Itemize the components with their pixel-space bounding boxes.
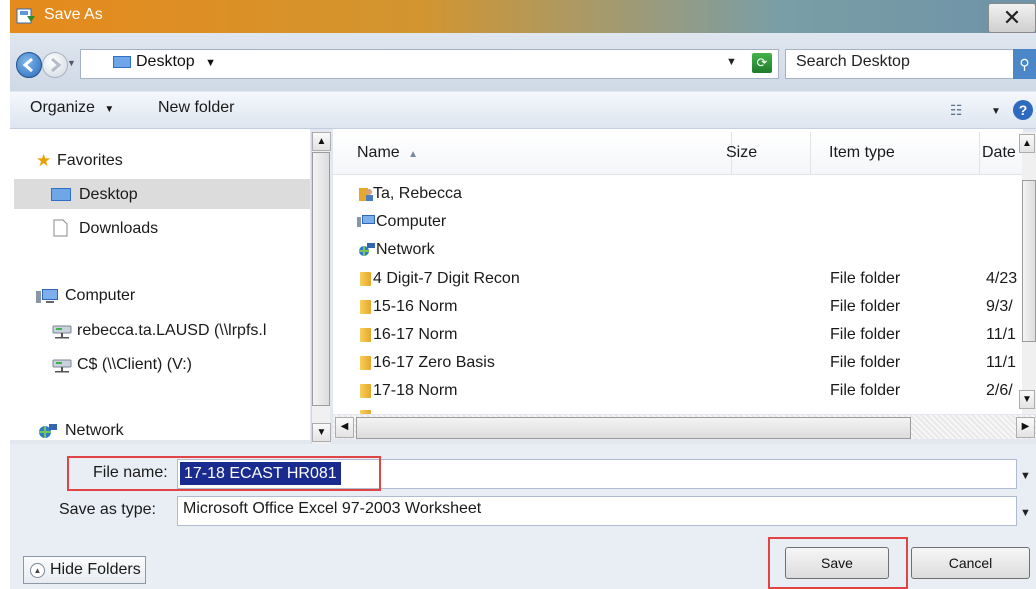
computer-icon [36,289,58,303]
address-location[interactable]: Desktop ▼ [136,53,216,71]
save-as-icon [16,8,35,24]
file-row-date: 11/1 [986,326,1016,343]
window-title: Save As [44,6,103,23]
nav-favorites[interactable]: Favorites [57,152,123,170]
search-placeholder: Search Desktop [796,53,910,70]
nav-network[interactable]: Network [65,422,124,440]
refresh-icon: ⟳ [756,55,768,70]
file-row-date: 9/3/ [986,298,1013,315]
forward-arrow-icon [51,57,62,73]
title-bar [10,0,1036,33]
annotation-highlight-filename [67,456,381,491]
file-row-name[interactable]: 15-16 Norm [373,298,457,326]
refresh-button[interactable]: ⟳ [752,53,772,73]
hide-folders-button[interactable]: ▲ Hide Folders [23,556,146,584]
forward-button[interactable] [42,52,68,78]
nav-drive-client[interactable]: C$ (\\Client) (V:) [77,356,192,374]
close-icon: ✕ [1002,5,1022,30]
file-row-type: File folder [830,326,901,343]
file-row-type: File folder [830,354,901,371]
help-icon[interactable]: ? [1013,100,1033,120]
filename-chevron-down-icon[interactable]: ▼ [1020,470,1031,482]
cancel-button[interactable]: Cancel [911,547,1030,579]
folder-icon [360,410,371,414]
scroll-up-icon[interactable]: ▲ [1019,134,1035,153]
folder-icon [360,272,371,286]
file-list-vertical-scrollbar[interactable]: ▲ ▼ [1019,132,1036,414]
file-list-horizontal-scrollbar[interactable]: ◀ ▶ [333,415,1036,439]
file-row-name[interactable]: Computer [376,213,446,241]
scrollbar-thumb[interactable] [356,417,911,439]
file-row-date: 2/6/ [986,382,1013,399]
address-dropdown-icon[interactable]: ▼ [726,56,737,68]
user-folder-icon [359,188,373,201]
nav-pane-scrollbar[interactable]: ▲ ▼ [311,132,331,444]
file-row-name[interactable]: 16-17 Zero Basis [373,354,495,382]
network-icon [359,243,375,256]
nav-downloads[interactable]: Downloads [79,220,158,238]
view-chevron-down-icon[interactable]: ▼ [991,106,1001,117]
sort-ascending-icon: ▲ [408,149,419,160]
scroll-right-icon[interactable]: ▶ [1016,417,1035,438]
file-row-name[interactable]: 17-18 Norm [373,382,457,410]
column-header-size[interactable]: Size [720,132,811,174]
navigation-pane[interactable] [10,129,310,440]
new-folder-button[interactable]: New folder [158,99,234,117]
folder-icon [360,384,371,398]
collapse-up-icon: ▲ [30,563,45,578]
network-drive-icon [52,359,72,373]
folder-icon [360,356,371,370]
desktop-icon [51,188,71,201]
file-row-name[interactable]: 16-17 Norm [373,326,457,354]
history-chevron-down-icon[interactable]: ▼ [67,58,76,68]
scrollbar-thumb[interactable] [312,152,330,406]
save-as-type-chevron-down-icon[interactable]: ▼ [1020,507,1031,519]
folder-icon [360,328,371,342]
save-as-type-value[interactable]: Microsoft Office Excel 97-2003 Worksheet [183,500,481,518]
back-arrow-icon [22,57,33,73]
search-icon: ⚲ [1019,56,1030,72]
folder-icon [360,300,371,314]
organize-chevron-down-icon: ▼ [104,104,115,115]
file-row-name[interactable]: Network [376,241,435,269]
computer-icon [357,215,375,227]
location-chevron-down-icon[interactable]: ▼ [205,57,216,69]
close-button[interactable]: ✕ [988,3,1036,33]
search-button[interactable]: ⚲ [1013,49,1036,79]
file-row-name[interactable]: Ta, Rebecca [373,185,462,213]
file-row-date: 11/1 [986,354,1016,371]
column-header-type[interactable]: Item type [817,132,980,174]
file-row-type: File folder [830,270,901,287]
scroll-up-icon[interactable]: ▲ [312,132,331,151]
downloads-icon [53,219,68,237]
file-row-name[interactable]: 4 Digit-7 Digit Recon [373,270,520,298]
nav-computer[interactable]: Computer [65,287,135,305]
file-row-date: 4/23 [986,270,1018,287]
scrollbar-thumb[interactable] [1022,180,1036,342]
view-options-icon[interactable]: ☷ [950,102,963,119]
file-row-type: File folder [830,382,901,399]
column-header-name[interactable]: Name ▲ [345,132,732,174]
scroll-down-icon[interactable]: ▼ [312,423,331,442]
organize-button[interactable]: Organize ▼ [30,99,114,117]
save-as-type-label: Save as type: [59,501,156,518]
file-row-type: File folder [830,298,901,315]
favorites-star-icon: ★ [36,151,52,170]
scroll-left-icon[interactable]: ◀ [335,417,354,438]
network-drive-icon [52,325,72,339]
annotation-highlight-save [768,537,908,589]
network-icon [39,424,57,438]
nav-drive-lausd[interactable]: rebecca.ta.LAUSD (\\lrpfs.l [77,322,307,340]
back-button[interactable] [16,52,42,78]
scroll-down-icon[interactable]: ▼ [1019,390,1035,409]
desktop-icon [113,56,131,68]
nav-desktop[interactable]: Desktop [79,186,138,204]
